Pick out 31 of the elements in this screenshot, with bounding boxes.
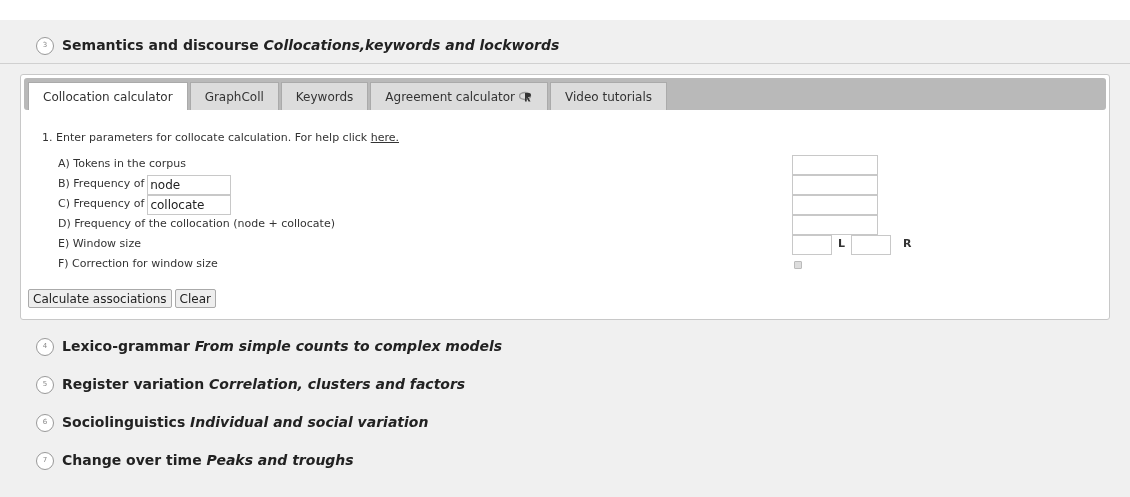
parameter-label: E) Window size: [58, 236, 141, 253]
parameter-label: A) Tokens in the corpus: [58, 156, 186, 173]
right-label: R: [903, 236, 912, 253]
section-title: Lexico-grammar From simple counts to complex models: [62, 337, 503, 356]
parameter-label: D) Frequency of the collocation (node + collocate): [58, 216, 335, 233]
input-field[interactable]: [792, 154, 878, 175]
input-field[interactable]: collocate: [147, 194, 232, 215]
tab[interactable]: Collocation calculator: [28, 82, 188, 110]
section-title: Change over time Peaks and troughs: [62, 451, 354, 470]
checkbox[interactable]: [794, 260, 802, 269]
parameter-label: B) Frequency of: [58, 176, 145, 193]
parameter-label: F) Correction for window size: [58, 256, 218, 273]
left-label: L: [838, 236, 845, 253]
tab[interactable]: Keywords: [280, 82, 369, 110]
input-field[interactable]: [851, 234, 891, 255]
section-title: Register variation Correlation, clusters and factors: [62, 375, 466, 394]
help-link[interactable]: here.: [370, 131, 399, 144]
form-button[interactable]: Calculate associations: [28, 288, 172, 308]
section-title: Semantics and discourse Collocations,keywords and lockwords: [62, 36, 560, 55]
input-field[interactable]: node: [147, 174, 232, 195]
tab[interactable]: Agreement calculator: [370, 82, 548, 110]
form-button[interactable]: Clear: [174, 288, 216, 308]
section-title: Sociolinguistics Individual and social variation: [62, 413, 429, 432]
input-field[interactable]: [792, 174, 878, 195]
tab[interactable]: GraphColl: [189, 82, 279, 110]
tab[interactable]: Video tutorials: [550, 82, 667, 110]
input-field[interactable]: [792, 234, 832, 255]
parameter-label: C) Frequency of: [58, 196, 145, 213]
input-field[interactable]: [792, 214, 878, 235]
input-field[interactable]: [792, 194, 878, 215]
instruction-text: 1. Enter parameters for collocate calculation. For help click here.: [42, 130, 400, 146]
